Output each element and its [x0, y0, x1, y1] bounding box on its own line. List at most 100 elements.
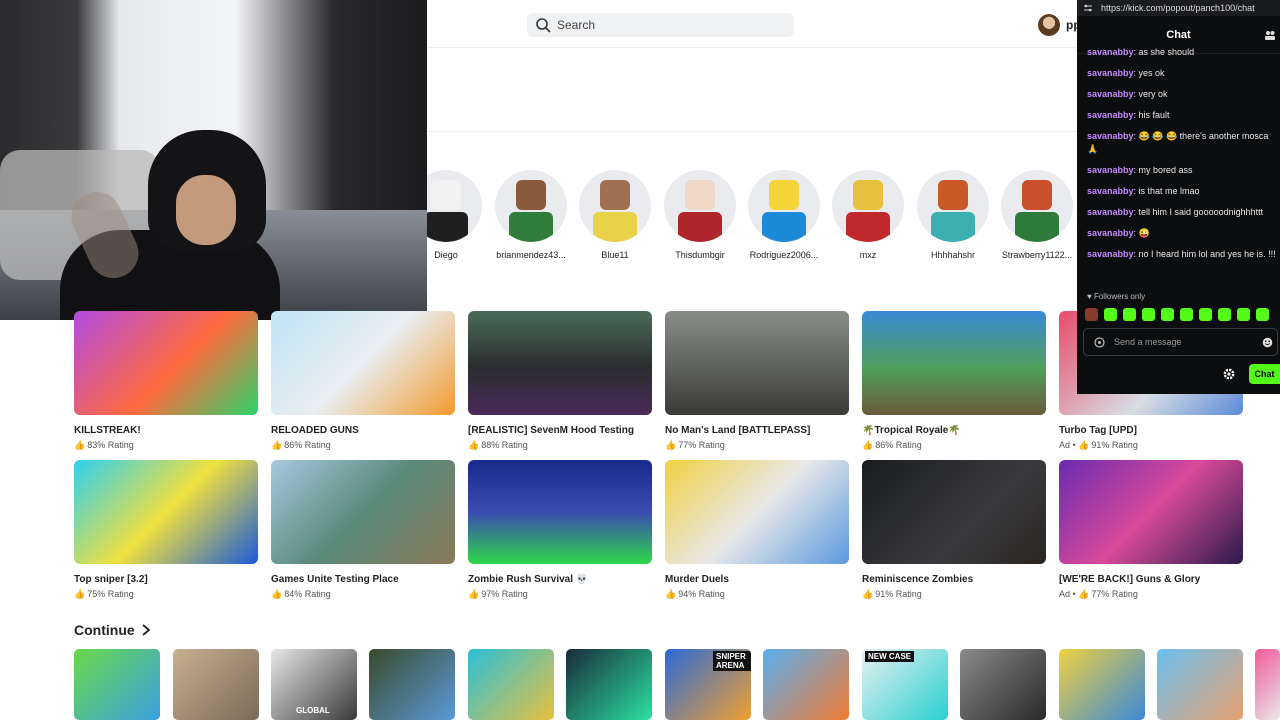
game-title[interactable]: Top sniper [3.2] [74, 574, 258, 585]
chat-username[interactable]: savanabby [1087, 228, 1134, 238]
game-title[interactable]: No Man's Land [BATTLEPASS] [665, 425, 849, 436]
game-tile[interactable]: Zombie Rush Survival 💀 👍 97% Rating [468, 460, 652, 600]
continue-game-tile[interactable] [1255, 649, 1280, 720]
continue-section-header[interactable]: Continue [74, 622, 151, 638]
header-banner-area [427, 48, 1077, 132]
game-title[interactable]: KILLSTREAK! [74, 425, 258, 436]
game-title[interactable]: RELOADED GUNS [271, 425, 455, 436]
game-tile[interactable]: Top sniper [3.2] 👍 75% Rating [74, 460, 258, 600]
friend-item[interactable]: mxz [826, 170, 910, 260]
game-thumbnail[interactable] [271, 460, 455, 564]
users-icon[interactable] [1264, 29, 1276, 41]
emote-icon[interactable] [1199, 308, 1212, 321]
game-title[interactable]: Zombie Rush Survival 💀 [468, 574, 652, 585]
chat-username[interactable]: savanabby [1087, 249, 1134, 259]
continue-game-tile[interactable] [1059, 649, 1145, 720]
emote-icon[interactable] [1123, 308, 1136, 321]
emote-icon[interactable] [1085, 308, 1098, 321]
game-thumbnail[interactable] [862, 311, 1046, 415]
chat-username[interactable]: savanabby [1087, 68, 1134, 78]
thumbs-up-icon: 👍 [1078, 440, 1090, 450]
game-thumbnail[interactable] [468, 460, 652, 564]
game-title[interactable]: Turbo Tag [UPD] [1059, 425, 1243, 436]
friend-avatar [832, 170, 904, 242]
user-avatar[interactable] [1038, 14, 1060, 36]
chat-username[interactable]: savanabby [1087, 186, 1134, 196]
game-tile[interactable]: KILLSTREAK! 👍 83% Rating [74, 311, 258, 451]
emote-icon[interactable] [1104, 308, 1117, 321]
continue-game-tile[interactable] [1157, 649, 1243, 720]
game-tile[interactable]: No Man's Land [BATTLEPASS] 👍 77% Rating [665, 311, 849, 451]
chat-message: savanabby: tell him I said gooooodnighhh… [1087, 207, 1264, 217]
emote-icon[interactable] [1218, 308, 1231, 321]
game-rating: 👍 88% Rating [468, 440, 528, 450]
game-tile[interactable]: [WE'RE BACK!] Guns & Glory Ad • 👍 77% Rat… [1059, 460, 1243, 600]
site-settings-icon[interactable] [1083, 3, 1093, 13]
game-thumbnail[interactable] [862, 460, 1046, 564]
continue-game-tile[interactable] [369, 649, 455, 720]
chat-username[interactable]: savanabby [1087, 165, 1134, 175]
continue-game-tile[interactable] [763, 649, 849, 720]
game-tile[interactable]: Games Unite Testing Place 👍 84% Rating [271, 460, 455, 600]
chevron-right-icon[interactable] [141, 624, 151, 636]
emote-icon[interactable] [1237, 308, 1250, 321]
chat-send-button[interactable]: Chat [1249, 364, 1280, 384]
friend-item[interactable]: Rodriguez2006... [742, 170, 826, 260]
chat-message: savanabby: is that me lmao [1087, 186, 1200, 196]
emote-icon[interactable] [1142, 308, 1155, 321]
emoji-picker-icon[interactable] [1262, 337, 1273, 348]
friend-item[interactable]: Hhhhahshr [911, 170, 995, 260]
game-title[interactable]: [REALISTIC] SevenM Hood Testing [468, 425, 652, 436]
game-title[interactable]: Games Unite Testing Place [271, 574, 455, 585]
game-tile[interactable]: Murder Duels 👍 94% Rating [665, 460, 849, 600]
continue-game-tile[interactable]: GLOBAL [271, 649, 357, 720]
chat-username[interactable]: savanabby [1087, 207, 1134, 217]
chat-username[interactable]: savanabby [1087, 47, 1134, 57]
game-thumbnail[interactable] [1059, 460, 1243, 564]
chat-message-input[interactable]: Send a message [1083, 328, 1278, 356]
game-title[interactable]: Murder Duels [665, 574, 849, 585]
chat-message: savanabby: my bored ass [1087, 165, 1193, 175]
chat-settings-gear-icon[interactable] [1222, 367, 1236, 381]
game-rating: 👍 75% Rating [74, 589, 134, 599]
emote-icon[interactable] [1161, 308, 1174, 321]
game-thumbnail[interactable] [74, 460, 258, 564]
game-tile[interactable]: 🌴Tropical Royale🌴 👍 86% Rating [862, 311, 1046, 451]
game-title[interactable]: Reminiscence Zombies [862, 574, 1046, 585]
friend-item[interactable]: Blue11 [573, 170, 657, 260]
game-rating: 👍 91% Rating [862, 589, 922, 599]
chat-username[interactable]: savanabby [1087, 110, 1134, 120]
continue-game-tile[interactable] [173, 649, 259, 720]
continue-game-tile[interactable] [468, 649, 554, 720]
friend-item[interactable]: Diego [427, 170, 488, 260]
chat-popout: https://kick.com/popout/panch100/chat Ch… [1077, 0, 1280, 394]
game-thumbnail[interactable] [468, 311, 652, 415]
continue-game-tile[interactable] [74, 649, 160, 720]
game-tile[interactable]: Reminiscence Zombies 👍 91% Rating [862, 460, 1046, 600]
game-title[interactable]: [WE'RE BACK!] Guns & Glory [1059, 574, 1243, 585]
friend-item[interactable]: Strawberry1122... [995, 170, 1077, 260]
game-thumbnail[interactable] [74, 311, 258, 415]
continue-game-tile[interactable] [960, 649, 1046, 720]
game-tile[interactable]: [REALISTIC] SevenM Hood Testing 👍 88% Rat… [468, 311, 652, 451]
popout-address-bar: https://kick.com/popout/panch100/chat [1077, 0, 1280, 16]
continue-game-tile[interactable] [566, 649, 652, 720]
continue-game-tile[interactable]: NEW CASE [862, 649, 948, 720]
friend-item[interactable]: brianmendez43... [489, 170, 573, 260]
chat-username[interactable]: savanabby [1087, 131, 1134, 141]
search-input[interactable]: Search [557, 18, 595, 32]
emote-icon[interactable] [1180, 308, 1193, 321]
game-rating: 👍 86% Rating [271, 440, 331, 450]
game-thumbnail[interactable] [665, 460, 849, 564]
game-thumbnail[interactable] [665, 311, 849, 415]
game-title[interactable]: 🌴Tropical Royale🌴 [862, 425, 1046, 436]
chat-username[interactable]: savanabby [1087, 89, 1134, 99]
emote-icon[interactable] [1256, 308, 1269, 321]
continue-game-tile[interactable]: SNIPER ARENA [665, 649, 751, 720]
friend-item[interactable]: Thisdumbgir [658, 170, 742, 260]
section-title[interactable]: Continue [74, 622, 135, 638]
game-tile[interactable]: RELOADED GUNS 👍 86% Rating [271, 311, 455, 451]
chat-message: savanabby: as she should [1087, 47, 1195, 57]
game-thumbnail[interactable] [271, 311, 455, 415]
search-bar[interactable]: Search [527, 13, 794, 37]
